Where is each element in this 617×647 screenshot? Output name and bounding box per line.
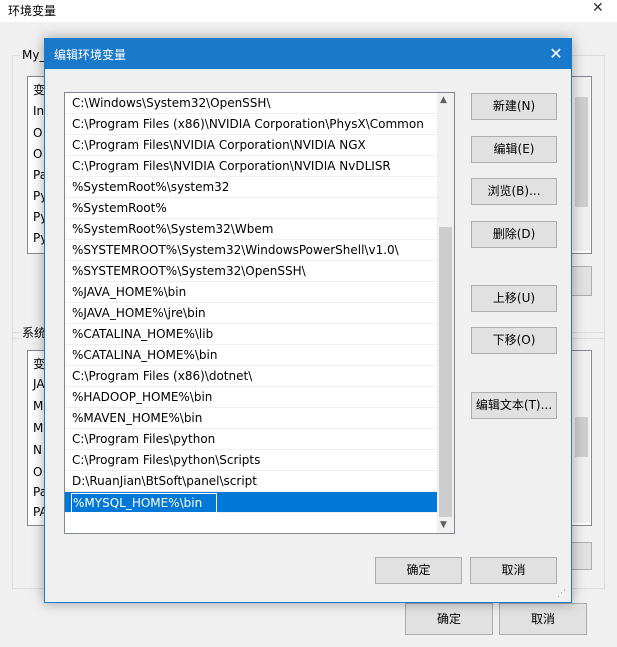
path-text: %SYSTEMROOT%\System32\OpenSSH\ — [72, 264, 306, 278]
system-list-scrollbar[interactable] — [573, 351, 590, 523]
path-text: D:\RuanJian\BtSoft\panel\script — [72, 474, 257, 488]
list-item[interactable]: %HADOOP_HOME%\bin — [65, 387, 437, 408]
list-item[interactable]: %SystemRoot%\system32 — [65, 177, 437, 198]
scroll-thumb[interactable] — [439, 227, 452, 517]
path-text: %SystemRoot%\system32 — [72, 180, 230, 194]
list-item[interactable]: %SYSTEMROOT%\System32\WindowsPowerShell\… — [65, 240, 437, 261]
user-list-scrollbar[interactable] — [573, 77, 590, 251]
list-item[interactable]: O — [33, 147, 42, 161]
list-item[interactable]: O — [33, 126, 42, 140]
path-text: C:\Program Files (x86)\NVIDIA Corporatio… — [72, 117, 424, 131]
edit-env-dialog: 编辑环境变量 ✕ C:\Windows\System32\OpenSSH\ C:… — [44, 38, 572, 603]
list-item[interactable]: N — [33, 443, 42, 457]
parent-close-icon[interactable]: ✕ — [592, 0, 604, 16]
scroll-down-arrow-icon[interactable]: ▼ — [440, 520, 447, 530]
list-item[interactable]: %SYSTEMROOT%\System32\OpenSSH\ — [65, 261, 437, 282]
selected-list-item[interactable]: %MYSQL_HOME%\bin — [65, 492, 437, 513]
dialog-title: 编辑环境变量 — [54, 48, 127, 62]
path-text: %CATALINA_HOME%\bin — [72, 348, 218, 362]
path-text: C:\Program Files\NVIDIA Corporation\NVID… — [72, 159, 391, 173]
path-text: %CATALINA_HOME%\lib — [72, 327, 214, 341]
path-text: %SystemRoot%\System32\Wbem — [72, 222, 274, 236]
new-button[interactable]: 新建(N) — [471, 93, 557, 120]
browse-button[interactable]: 浏览(B)... — [471, 178, 557, 205]
user-side-button[interactable] — [570, 266, 592, 296]
list-item[interactable]: C:\Windows\System32\OpenSSH\ — [65, 93, 437, 114]
list-item[interactable]: %JAVA_HOME%\bin — [65, 282, 437, 303]
path-list-scrollbar[interactable]: ▲ ▼ — [437, 93, 454, 533]
list-item[interactable]: D:\RuanJian\BtSoft\panel\script — [65, 471, 437, 492]
move-up-button[interactable]: 上移(U) — [471, 285, 557, 312]
path-list[interactable]: C:\Windows\System32\OpenSSH\ C:\Program … — [64, 92, 455, 534]
scroll-thumb[interactable] — [575, 97, 588, 207]
list-item[interactable]: C:\Program Files (x86)\NVIDIA Corporatio… — [65, 114, 437, 135]
list-item[interactable]: JA — [33, 377, 45, 391]
parent-window-titlebar: 环境变量 ✕ — [0, 0, 617, 22]
list-item[interactable]: %MAVEN_HOME%\bin — [65, 408, 437, 429]
scroll-thumb[interactable] — [575, 417, 588, 457]
edit-button[interactable]: 编辑(E) — [471, 136, 557, 163]
list-item[interactable]: %SystemRoot% — [65, 198, 437, 219]
list-item[interactable]: %SystemRoot%\System32\Wbem — [65, 219, 437, 240]
list-item[interactable]: %CATALINA_HOME%\lib — [65, 324, 437, 345]
parent-window-title: 环境变量 — [8, 4, 57, 18]
resize-grip-icon[interactable]: ⋰ — [557, 589, 566, 599]
edit-text-button[interactable]: 编辑文本(T)... — [471, 392, 557, 419]
list-item[interactable]: %JAVA_HOME%\jre\bin — [65, 303, 437, 324]
dialog-titlebar[interactable]: 编辑环境变量 ✕ — [45, 39, 571, 69]
list-item[interactable]: In — [33, 104, 44, 118]
path-text: C:\Program Files\NVIDIA Corporation\NVID… — [72, 138, 366, 152]
path-text: %MAVEN_HOME%\bin — [72, 411, 203, 425]
path-text: %SystemRoot% — [72, 201, 167, 215]
parent-cancel-button[interactable]: 取消 — [499, 603, 587, 635]
list-item[interactable]: M — [33, 399, 43, 413]
close-icon[interactable]: ✕ — [541, 39, 571, 69]
list-item[interactable]: C:\Program Files\python\Scripts — [65, 450, 437, 471]
path-text: %JAVA_HOME%\bin — [72, 285, 187, 299]
cancel-button[interactable]: 取消 — [470, 557, 557, 584]
delete-button[interactable]: 删除(D) — [471, 221, 557, 248]
move-down-button[interactable]: 下移(O) — [471, 327, 557, 354]
list-item[interactable]: C:\Program Files\python — [65, 429, 437, 450]
list-item[interactable]: C:\Program Files\NVIDIA Corporation\NVID… — [65, 135, 437, 156]
path-text: C:\Program Files (x86)\dotnet\ — [72, 369, 253, 383]
path-text: %JAVA_HOME%\jre\bin — [72, 306, 206, 320]
path-text: C:\Windows\System32\OpenSSH\ — [72, 96, 271, 110]
ok-button[interactable]: 确定 — [375, 557, 462, 584]
parent-ok-button[interactable]: 确定 — [405, 603, 493, 635]
list-item[interactable]: C:\Program Files\NVIDIA Corporation\NVID… — [65, 156, 437, 177]
list-item[interactable]: O — [33, 465, 42, 479]
path-text: C:\Program Files\python\Scripts — [72, 453, 261, 467]
list-item[interactable]: C:\Program Files (x86)\dotnet\ — [65, 366, 437, 387]
path-text: %HADOOP_HOME%\bin — [72, 390, 213, 404]
scroll-up-arrow-icon[interactable]: ▲ — [440, 95, 447, 105]
list-item[interactable]: %CATALINA_HOME%\bin — [65, 345, 437, 366]
path-edit-input[interactable]: %MYSQL_HOME%\bin — [71, 493, 217, 513]
system-side-button[interactable] — [570, 542, 592, 570]
path-text: %SYSTEMROOT%\System32\WindowsPowerShell\… — [72, 243, 399, 257]
list-item[interactable]: M — [33, 421, 43, 435]
path-text: C:\Program Files\python — [72, 432, 216, 446]
